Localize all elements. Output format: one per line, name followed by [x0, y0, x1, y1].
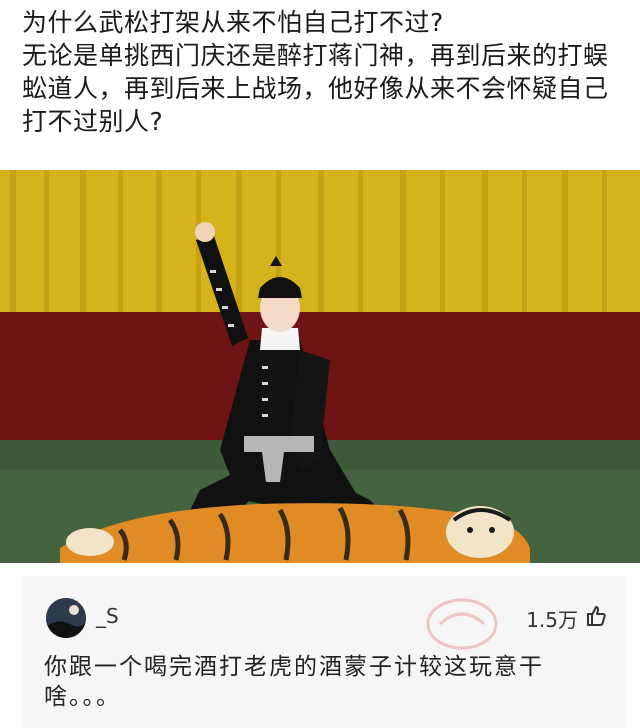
username[interactable]: _S [96, 604, 119, 628]
answer-card: _S 1.5万 你跟一个喝完酒打老虎的酒蒙子计较这玩意干啥。。。 [22, 576, 626, 728]
answer-text: 你跟一个喝完酒打老虎的酒蒙子计较这玩意干啥。。。 [44, 654, 544, 710]
like-count: 1.5万 [526, 608, 578, 632]
watermark-stamp [422, 594, 502, 658]
thumbs-up-icon[interactable] [584, 604, 608, 633]
question-title: 为什么武松打架从来不怕自己打不过? [22, 8, 444, 37]
question-section: 为什么武松打架从来不怕自己打不过? 无论是单挑西门庆还是醉打蒋门神，再到后来的打… [22, 6, 632, 138]
opera-photo [0, 170, 640, 563]
question-body: 无论是单挑西门庆还是醉打蒋门神，再到后来的打蜈蚣道人，再到后来上战场，他好像从来… [22, 41, 609, 136]
avatar-image-icon [46, 598, 86, 638]
user-avatar[interactable] [46, 598, 86, 638]
like-group[interactable]: 1.5万 [526, 604, 608, 633]
